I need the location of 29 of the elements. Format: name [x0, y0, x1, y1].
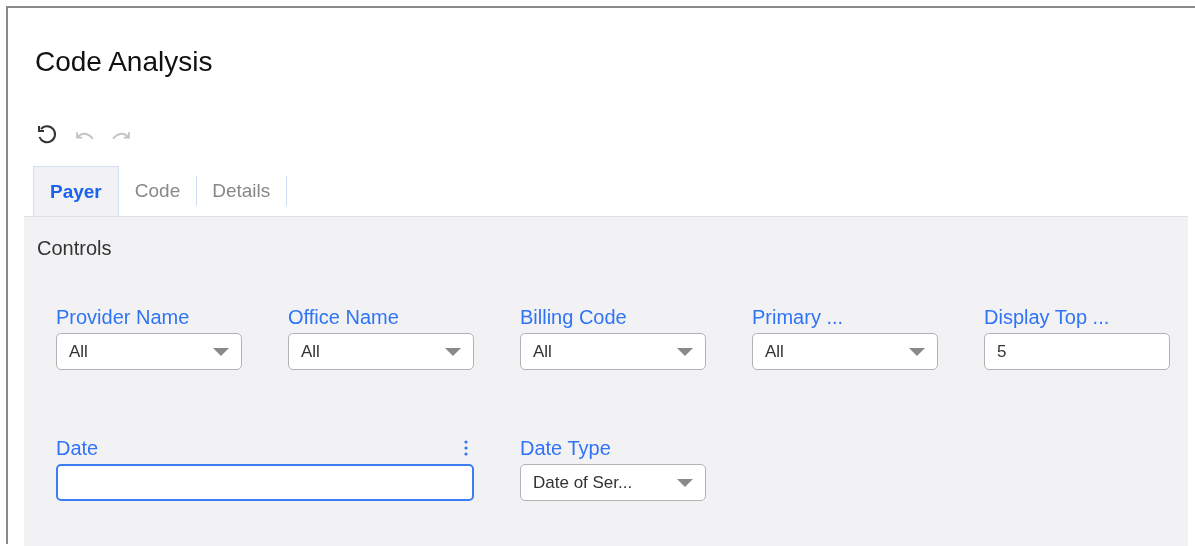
date-field[interactable] [56, 464, 474, 501]
more-icon[interactable] [464, 440, 468, 456]
dropdown[interactable]: All [520, 333, 706, 370]
redo-icon [112, 130, 130, 140]
tab[interactable]: Payer [33, 166, 119, 216]
reset-icon [36, 124, 58, 146]
undo-icon [76, 130, 94, 140]
caret-icon [909, 347, 925, 356]
field-label: Date [56, 436, 99, 460]
field-label: Primary ... [752, 305, 844, 329]
field-label: Billing Code [520, 305, 627, 329]
field-label: Office Name [288, 305, 399, 329]
field-label: Provider Name [56, 305, 190, 329]
page-title: Code Analysis [34, 45, 214, 79]
dropdown[interactable]: All [56, 333, 242, 370]
dropdown[interactable]: All [288, 333, 474, 370]
caret-icon [213, 347, 229, 356]
caret-icon [677, 347, 693, 356]
panel-title: Controls [36, 236, 113, 260]
field-label: Date Type [520, 436, 611, 460]
dropdown[interactable]: All [752, 333, 938, 370]
caret-icon [445, 347, 461, 356]
input-field[interactable]: 5 [984, 333, 1170, 370]
field-label: Display Top ... [984, 305, 1110, 329]
tab[interactable]: Details [196, 166, 287, 216]
toolbar-button[interactable] [36, 124, 58, 146]
tab[interactable]: Code [118, 166, 197, 216]
caret-icon [677, 478, 693, 487]
dropdown[interactable]: Date of Ser... [520, 464, 706, 501]
